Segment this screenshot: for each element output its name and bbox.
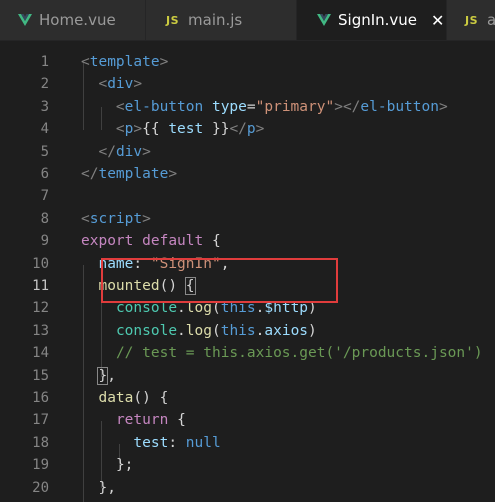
line-number: 20: [32, 479, 49, 496]
js-icon: JS: [166, 13, 180, 27]
code-line[interactable]: 10 name: "SignIn",: [0, 253, 495, 275]
code-line[interactable]: 9 export default {: [0, 230, 495, 252]
line-number: 2: [40, 76, 49, 93]
line-number: 10: [32, 255, 49, 272]
code-text: <div>: [98, 76, 143, 93]
tab-label: a: [487, 11, 495, 29]
vue-icon: [317, 13, 331, 27]
code-line[interactable]: 19 };: [0, 454, 495, 476]
code-text: mounted() {: [98, 277, 196, 295]
code-line[interactable]: 17 return {: [0, 409, 495, 431]
vue-icon: [18, 13, 32, 27]
code-text: <template>: [81, 54, 169, 70]
line-number: 7: [40, 188, 49, 205]
line-number: 14: [32, 345, 49, 362]
line-number: 4: [40, 121, 49, 138]
code-line[interactable]: 12 console.log(this.$http): [0, 297, 495, 319]
code-line[interactable]: 5 </div>: [0, 141, 495, 163]
line-number: 5: [40, 143, 49, 160]
code-line[interactable]: 1 <template>: [0, 51, 495, 73]
code-line[interactable]: 14 // test = this.axios.get('/products.j…: [0, 342, 495, 364]
code-line[interactable]: 15 },: [0, 365, 495, 387]
code-line[interactable]: 3 <el-button type="primary"></el-button>: [0, 96, 495, 118]
line-number: 18: [32, 434, 49, 451]
code-editor[interactable]: 1 <template> 2 <div> 3 <el-button type="pri…: [0, 41, 495, 502]
code-text: </div>: [98, 143, 151, 160]
code-line[interactable]: 20 },: [0, 477, 495, 499]
line-number: 1: [40, 54, 49, 70]
code-text: console.log(this.axios): [115, 322, 317, 339]
tab-label: SignIn.vue: [338, 11, 418, 29]
line-number: 12: [32, 300, 49, 317]
code-line[interactable]: 2 <div>: [0, 73, 495, 95]
code-text: <el-button type="primary"></el-button>: [115, 98, 448, 115]
code-text: </template>: [81, 166, 178, 182]
close-icon[interactable]: ✕: [431, 11, 444, 30]
code-text: };: [115, 457, 134, 474]
editor-tab-bar: Home.vue JS main.js SignIn.vue ✕ JS a: [0, 0, 495, 41]
code-line[interactable]: 7: [0, 185, 495, 207]
tab-signin-vue[interactable]: SignIn.vue ✕: [297, 0, 447, 40]
code-line[interactable]: 13 console.log(this.axios): [0, 320, 495, 342]
code-text: },: [98, 479, 116, 496]
code-text: name: "SignIn",: [98, 255, 230, 272]
js-icon: JS: [465, 13, 479, 27]
line-number: 15: [32, 367, 49, 384]
code-text: export default {: [81, 233, 221, 250]
code-text: data() {: [98, 390, 169, 406]
code-line[interactable]: 18 test: null: [0, 432, 495, 454]
line-number: 8: [40, 210, 49, 227]
tab-label: main.js: [188, 11, 243, 29]
line-number: 16: [32, 390, 49, 406]
line-number: 11: [32, 278, 49, 294]
code-text: },: [97, 366, 116, 385]
line-number: 19: [32, 457, 49, 474]
code-text: test: null: [133, 434, 221, 451]
tab-partial-js[interactable]: JS a: [447, 0, 495, 40]
line-number: 3: [40, 98, 49, 115]
line-number: 17: [32, 412, 49, 429]
code-text: console.log(this.$http): [115, 300, 317, 317]
line-number: 13: [32, 322, 49, 339]
code-text: <p>{{ test }}</p>: [115, 121, 265, 138]
tab-home-vue[interactable]: Home.vue: [0, 0, 146, 40]
code-line[interactable]: 8 <script>: [0, 208, 495, 230]
code-line[interactable]: 4 <p>{{ test }}</p>: [0, 118, 495, 140]
tab-label: Home.vue: [39, 11, 116, 29]
tab-main-js[interactable]: JS main.js: [146, 0, 297, 40]
code-text: <script>: [81, 210, 151, 227]
code-line[interactable]: 6 </template>: [0, 163, 495, 185]
line-number: 9: [40, 233, 49, 250]
code-text: // test = this.axios.get('/products.json…: [115, 345, 483, 362]
line-number: 6: [40, 166, 49, 182]
code-line[interactable]: 16 data() {: [0, 387, 495, 409]
code-text: return {: [115, 412, 186, 429]
code-line[interactable]: 11 mounted() {: [0, 275, 495, 297]
